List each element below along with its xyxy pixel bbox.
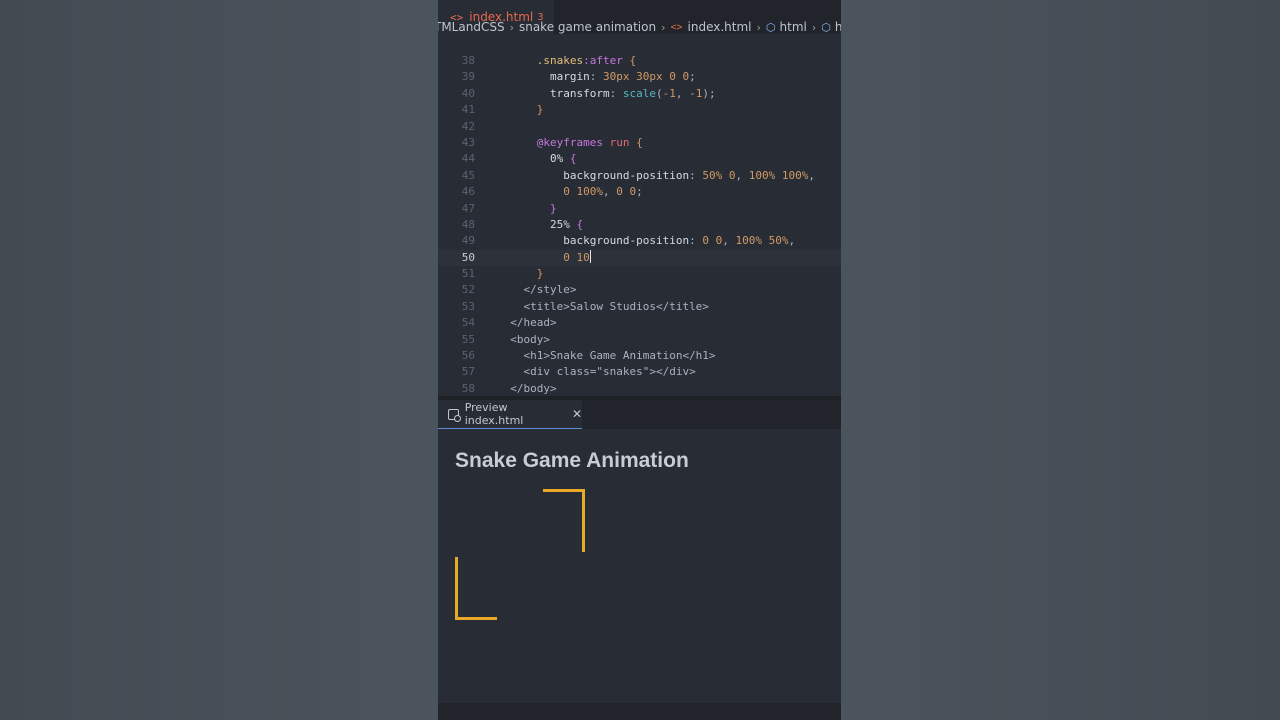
symbol-cube-icon: ⬡ (821, 20, 831, 34)
code-line[interactable]: 42 (438, 119, 841, 135)
code-text: @keyframes run { (536, 135, 643, 149)
line-number: 46 (461, 185, 475, 199)
line-number: 42 (461, 119, 475, 133)
code-text: } (549, 201, 557, 215)
line-number: 38 (461, 54, 475, 67)
code-text: 0 10 (563, 249, 591, 264)
line-number: 44 (461, 152, 475, 166)
line-number: 57 (461, 365, 475, 379)
line-number: 50 (461, 250, 475, 264)
tab-preview[interactable]: Preview index.html ✕ (438, 400, 582, 429)
line-number: 48 (461, 217, 475, 231)
preview-icon (448, 408, 461, 422)
line-number: 43 (461, 135, 475, 149)
code-text: margin: 30px 30px 0 0; (549, 70, 696, 84)
preview-tab-bar: Preview index.html ✕ (438, 400, 841, 429)
code-line[interactable]: 56 <h1>Snake Game Animation</h1> (438, 348, 841, 364)
code-line[interactable]: 55 <body> (438, 332, 841, 348)
background-left (0, 0, 438, 720)
chevron-right-icon: › (509, 20, 514, 34)
snake-segment-bottom (455, 557, 497, 620)
code-text: } (536, 103, 544, 117)
close-icon[interactable]: ✕ (572, 407, 582, 421)
code-text: <div class="snakes"></div> (523, 365, 696, 379)
line-number: 56 (461, 349, 475, 363)
code-text: <title>Salow Studios</title> (523, 299, 709, 313)
code-area[interactable]: 38 .snakes:after {39 margin: 30px 30px 0… (438, 53, 841, 398)
code-text: </body> (510, 381, 557, 395)
code-line[interactable]: 39 margin: 30px 30px 0 0; (438, 69, 841, 85)
line-number: 55 (461, 332, 475, 346)
code-line[interactable]: 41 } (438, 102, 841, 118)
code-text: } (536, 267, 544, 281)
code-line[interactable]: 45 background-position: 50% 0, 100% 100%… (438, 168, 841, 184)
chevron-right-icon: › (661, 20, 666, 34)
preview-tab-label: Preview index.html (464, 401, 524, 427)
code-text: 0 100%, 0 0; (563, 185, 643, 199)
code-text: .snakes:after { (536, 54, 637, 67)
code-line[interactable]: 47 } (438, 201, 841, 217)
chevron-right-icon: › (811, 20, 817, 34)
background-right (841, 0, 1280, 720)
line-number: 47 (461, 201, 475, 215)
chevron-right-icon: › (756, 20, 761, 34)
status-bar (438, 703, 841, 720)
code-text: <body> (510, 332, 550, 346)
code-text: transform: scale(-1, -1); (549, 86, 716, 100)
code-line[interactable]: 54 </head> (438, 315, 841, 331)
code-line[interactable]: 44 0% { (438, 151, 841, 167)
code-line[interactable]: 51 } (438, 266, 841, 282)
code-line[interactable]: 57 <div class="snakes"></div> (438, 364, 841, 380)
line-number: 40 (461, 86, 475, 100)
breadcrumb-symbol-html[interactable]: html (780, 20, 807, 34)
code-text: <h1>Snake Game Animation</h1> (523, 349, 716, 363)
code-line[interactable]: 50 0 10 (438, 249, 841, 267)
code-line[interactable]: 48 25% { (438, 217, 841, 233)
line-number: 54 (461, 316, 475, 330)
code-line[interactable]: 43 @keyframes run { (438, 135, 841, 151)
code-text: </style> (523, 283, 577, 297)
preview-heading: Snake Game Animation (455, 449, 689, 472)
line-number: 41 (461, 103, 475, 117)
code-text: 25% { (549, 217, 584, 231)
code-line[interactable]: 46 0 100%, 0 0; (438, 184, 841, 200)
breadcrumb-folder[interactable]: snake game animation (519, 20, 656, 34)
code-text: background-position: 50% 0, 100% 100%, (563, 168, 815, 182)
code-line[interactable]: 38 .snakes:after { (438, 53, 841, 69)
html-file-icon: <> (670, 21, 683, 33)
code-text: background-position: 0 0, 100% 50%, (563, 234, 796, 248)
line-number: 49 (461, 234, 475, 248)
code-line[interactable]: 58 </body> (438, 381, 841, 397)
code-line[interactable]: 52 </style> (438, 282, 841, 298)
code-line[interactable]: 53 <title>Salow Studios</title> (438, 299, 841, 315)
code-text: 0% { (549, 152, 577, 166)
line-number: 58 (461, 381, 475, 395)
line-number: 52 (461, 283, 475, 297)
breadcrumb: TMLandCSS › snake game animation › <> in… (438, 18, 841, 36)
line-number: 53 (461, 299, 475, 313)
code-line[interactable]: 49 background-position: 0 0, 100% 50%, (438, 233, 841, 249)
breadcrumb-folder-root[interactable]: TMLandCSS (438, 20, 505, 34)
line-number: 51 (461, 267, 475, 281)
breadcrumb-file[interactable]: index.html (688, 20, 752, 34)
symbol-cube-icon: ⬡ (765, 20, 776, 34)
code-text: </head> (510, 316, 557, 330)
breadcrumb-symbol-head[interactable]: head (835, 20, 841, 34)
code-editor-window: <> index.html 3 TMLandCSS › snake game a… (438, 0, 841, 720)
preview-pane: Snake Game Animation (438, 429, 841, 703)
line-number: 45 (461, 168, 475, 182)
code-line[interactable]: 40 transform: scale(-1, -1); (438, 86, 841, 102)
snake-segment-top (543, 489, 585, 552)
line-number: 39 (461, 70, 475, 84)
